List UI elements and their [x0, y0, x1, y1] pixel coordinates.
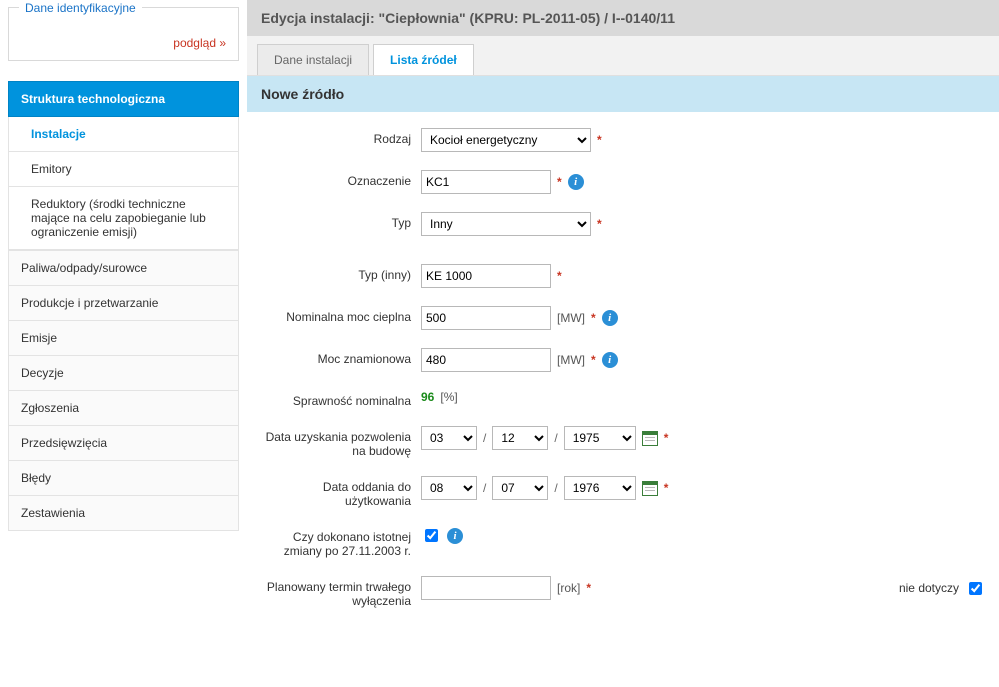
- menu-head-structure[interactable]: Struktura technologiczna: [8, 81, 239, 117]
- identity-card-title: Dane identyfikacyjne: [19, 1, 142, 15]
- menu-decisions[interactable]: Decyzje: [8, 356, 239, 391]
- label-oznaczenie: Oznaczenie: [261, 170, 421, 188]
- submenu-installations[interactable]: Instalacje: [8, 117, 239, 152]
- label-rodzaj: Rodzaj: [261, 128, 421, 146]
- checkbox-nie-dotyczy[interactable]: [969, 582, 982, 595]
- label-typ-inny: Typ (inny): [261, 264, 421, 282]
- calendar-icon[interactable]: [642, 431, 658, 446]
- select-odd-month[interactable]: 07: [492, 476, 548, 500]
- label-typ: Typ: [261, 212, 421, 230]
- required-mark: *: [597, 133, 602, 147]
- label-zmiana: Czy dokonano istotnej zmiany po 27.11.20…: [261, 526, 421, 558]
- menu-emissions[interactable]: Emisje: [8, 321, 239, 356]
- preview-link[interactable]: podgląd »: [173, 36, 226, 50]
- info-icon[interactable]: i: [602, 352, 618, 368]
- page-title: Edycja instalacji: "Ciepłownia" (KPRU: P…: [247, 0, 999, 36]
- required-mark: *: [591, 311, 596, 325]
- input-oznaczenie[interactable]: [421, 170, 551, 194]
- required-mark: *: [591, 353, 596, 367]
- info-icon[interactable]: i: [568, 174, 584, 190]
- select-odd-day[interactable]: 08: [421, 476, 477, 500]
- info-icon[interactable]: i: [602, 310, 618, 326]
- input-typ-inny[interactable]: [421, 264, 551, 288]
- unit-plan-wyl: [rok]: [557, 581, 580, 595]
- identity-card: Dane identyfikacyjne podgląd »: [8, 7, 239, 61]
- unit-moc-zn: [MW]: [557, 353, 585, 367]
- required-mark: *: [557, 175, 562, 189]
- label-data-odd: Data oddania do użytkowania: [261, 476, 421, 508]
- submenu-reducers[interactable]: Reduktory (środki techniczne mające na c…: [8, 187, 239, 250]
- required-mark: *: [597, 217, 602, 231]
- select-pozw-year[interactable]: 1975: [564, 426, 636, 450]
- required-mark: *: [586, 581, 591, 595]
- select-pozw-month[interactable]: 12: [492, 426, 548, 450]
- input-nom-moc[interactable]: [421, 306, 551, 330]
- select-odd-year[interactable]: 1976: [564, 476, 636, 500]
- select-rodzaj[interactable]: Kocioł energetyczny: [421, 128, 591, 152]
- section-title: Nowe źródło: [247, 76, 999, 112]
- required-mark: *: [557, 269, 562, 283]
- tabstrip: Dane instalacji Lista źródeł: [247, 36, 999, 76]
- input-moc-zn[interactable]: [421, 348, 551, 372]
- menu-projects[interactable]: Przedsięwzięcia: [8, 426, 239, 461]
- source-form: Rodzaj Kocioł energetyczny * Oznaczenie …: [247, 112, 999, 656]
- info-icon[interactable]: i: [447, 528, 463, 544]
- menu-summaries[interactable]: Zestawienia: [8, 496, 239, 531]
- unit-sprawnosc: [%]: [440, 390, 457, 404]
- label-nie-dotyczy: nie dotyczy: [899, 581, 959, 595]
- required-mark: *: [664, 431, 669, 445]
- menu-reports[interactable]: Zgłoszenia: [8, 391, 239, 426]
- label-moc-zn: Moc znamionowa: [261, 348, 421, 366]
- required-mark: *: [664, 481, 669, 495]
- tab-sources-list[interactable]: Lista źródeł: [373, 44, 474, 75]
- menu-production[interactable]: Produkcje i przetwarzanie: [8, 286, 239, 321]
- select-pozw-day[interactable]: 03: [421, 426, 477, 450]
- submenu-emitters[interactable]: Emitory: [8, 152, 239, 187]
- menu-fuels[interactable]: Paliwa/odpady/surowce: [8, 250, 239, 286]
- unit-nom-moc: [MW]: [557, 311, 585, 325]
- label-nom-moc: Nominalna moc cieplna: [261, 306, 421, 324]
- checkbox-zmiana[interactable]: [425, 529, 438, 542]
- select-typ[interactable]: Inny: [421, 212, 591, 236]
- label-sprawnosc: Sprawność nominalna: [261, 390, 421, 408]
- label-plan-wyl: Planowany termin trwałego wyłączenia: [261, 576, 421, 608]
- calendar-icon[interactable]: [642, 481, 658, 496]
- input-plan-wyl[interactable]: [421, 576, 551, 600]
- label-data-pozw: Data uzyskania pozwolenia na budowę: [261, 426, 421, 458]
- value-sprawnosc: 96: [421, 390, 434, 404]
- sidebar-menu: Struktura technologiczna Instalacje Emit…: [8, 81, 239, 531]
- tab-installation-data[interactable]: Dane instalacji: [257, 44, 369, 75]
- menu-errors[interactable]: Błędy: [8, 461, 239, 496]
